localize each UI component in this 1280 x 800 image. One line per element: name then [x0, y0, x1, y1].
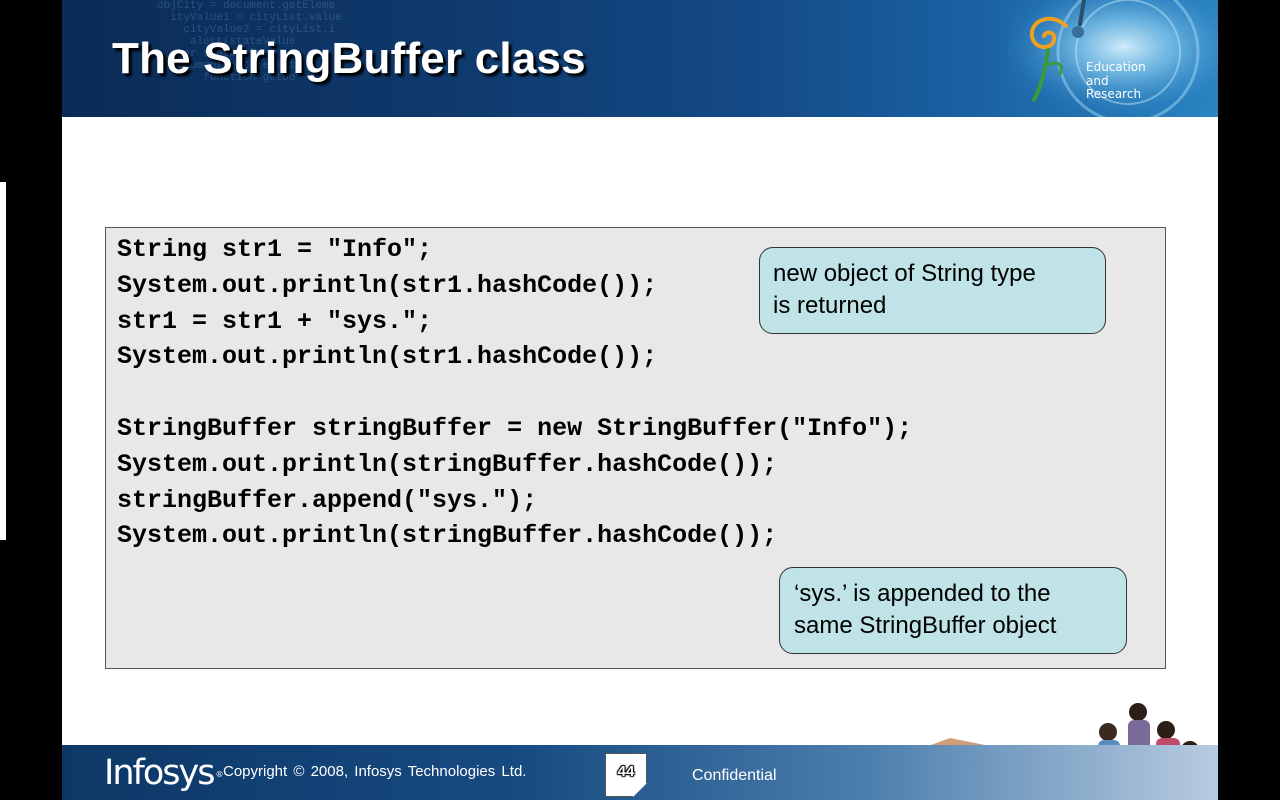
- callout-stringbuffer-append: ‘sys.’ is appended to the same StringBuf…: [779, 567, 1127, 654]
- code-line: System.out.println(stringBuffer.hashCode…: [117, 521, 778, 551]
- callout-text: is returned: [773, 292, 887, 319]
- presentation-viewer: objCity = document.getEleme ityValue1 = …: [0, 0, 1280, 800]
- page-number-box: 44: [605, 753, 647, 797]
- page-number: 44: [617, 763, 635, 780]
- logo-text-line: Research: [1086, 87, 1142, 101]
- code-line: StringBuffer stringBuffer = new StringBu…: [117, 413, 913, 443]
- callout-text: new object of String type: [773, 260, 1036, 287]
- slide-title: The StringBuffer class: [112, 34, 586, 83]
- callout-text: same StringBuffer object: [794, 612, 1057, 639]
- code-line: System.out.println(stringBuffer.hashCode…: [117, 449, 778, 479]
- page-fold-icon: [633, 783, 647, 797]
- slide-header: objCity = document.getEleme ityValue1 = …: [62, 0, 1218, 117]
- logo-text-line: and: [1086, 73, 1109, 88]
- logo-text: Education and Research: [1086, 60, 1146, 102]
- copyright-text: Copyright © 2008, Infosys Technologies L…: [223, 763, 527, 780]
- slide: objCity = document.getEleme ityValue1 = …: [62, 0, 1218, 800]
- code-line: stringBuffer.append("sys.");: [117, 485, 538, 515]
- confidential-label: Confidential: [692, 767, 777, 784]
- slide-footer: Infosys ® Copyright © 2008, Infosys Techn…: [62, 745, 1218, 800]
- previous-slide-edge: [0, 182, 6, 540]
- brand-text: Infosys: [104, 753, 215, 793]
- callout-new-string-object: new object of String type is returned: [759, 247, 1106, 334]
- infosys-logo: Infosys ®: [104, 753, 223, 793]
- logo-text-line: Education: [1086, 60, 1146, 74]
- callout-text: ‘sys.’ is appended to the: [794, 580, 1051, 607]
- code-line: System.out.println(str1.hashCode());: [117, 342, 658, 372]
